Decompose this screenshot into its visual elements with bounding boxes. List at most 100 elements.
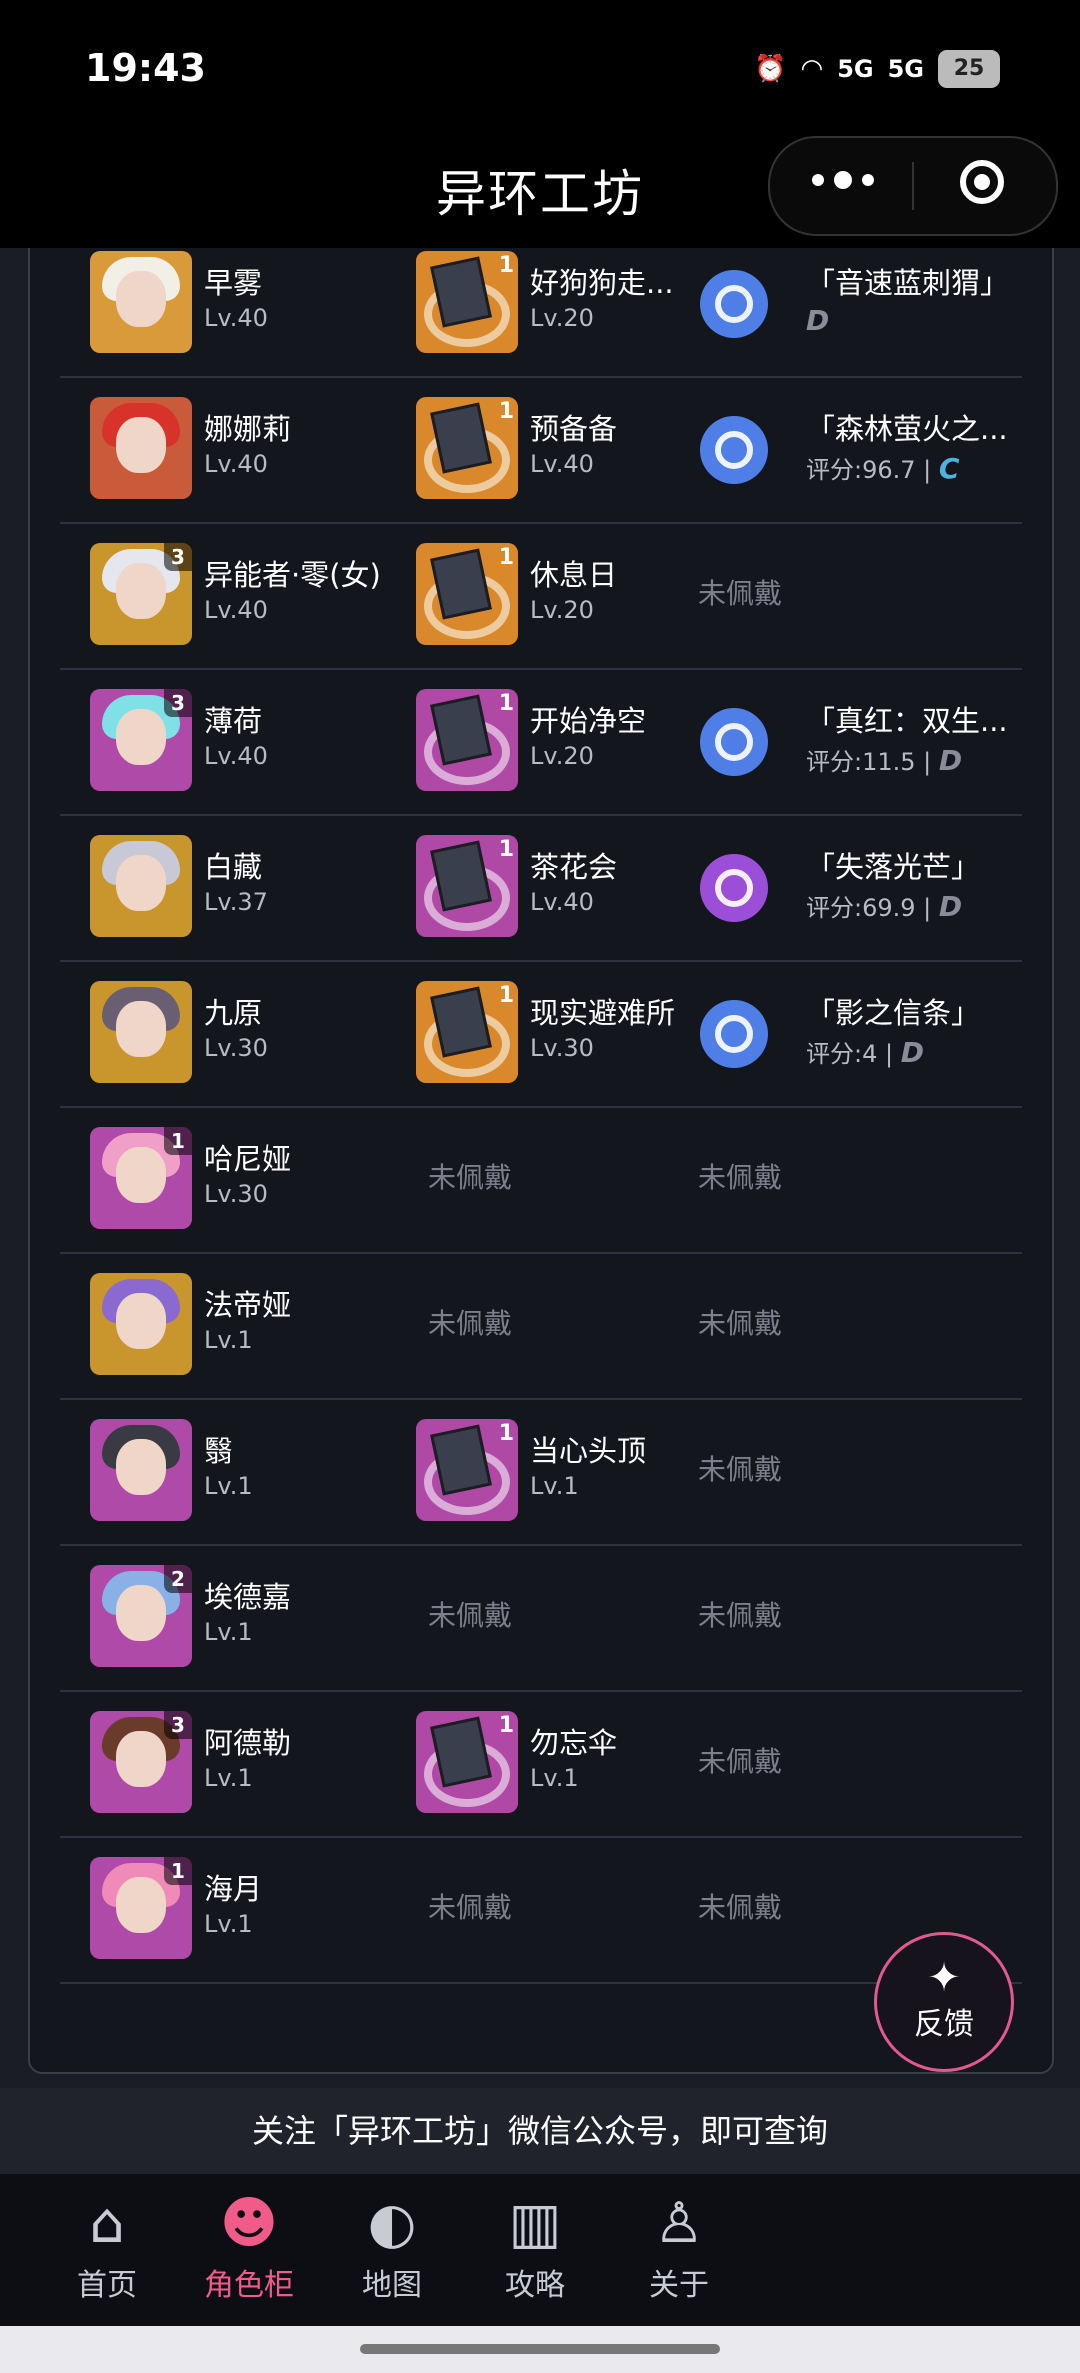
- drive-not-equipped: 未佩戴: [698, 1307, 783, 1340]
- character-name: 埃德嘉: [204, 1580, 292, 1614]
- signal-icon-2: 5G: [887, 55, 924, 83]
- tab-user-search[interactable]: ♙ 关于: [609, 2190, 749, 2304]
- w-engine-icon: 1: [416, 689, 518, 791]
- feedback-button[interactable]: ✦ 反馈: [874, 1932, 1014, 2072]
- bangboo-score: D: [806, 304, 829, 337]
- bangboo-score: 评分:96.7 | C: [806, 450, 959, 485]
- engine-rank: 1: [498, 253, 514, 278]
- character-row[interactable]: 3 异能者·零(女) Lv.40 1 休息日 Lv.20 未佩戴: [60, 522, 1022, 670]
- character-row[interactable]: 3 薄荷 Lv.40 1 开始净空 Lv.20 「真红：双生... 评分:11.5 | D: [60, 668, 1022, 816]
- engine-not-equipped: 未佩戴: [428, 1161, 513, 1194]
- tab-globe[interactable]: ◐ 地图: [322, 2190, 462, 2304]
- character-level: Lv.1: [204, 1910, 253, 1938]
- character-level: Lv.30: [204, 1034, 268, 1062]
- character-name: 海月: [204, 1872, 263, 1906]
- avatar-face: [116, 563, 166, 619]
- rank-badge: 1: [164, 1127, 192, 1155]
- bangboo-name: 「影之信条」: [806, 996, 981, 1030]
- engine-level: Lv.1: [530, 1764, 579, 1792]
- engine-rank: 1: [498, 399, 514, 424]
- tab-label: 角色柜: [204, 2268, 294, 2303]
- status-bar: 19:43 ⏰ ◠ 5G 5G 25: [0, 0, 1080, 140]
- grade-badge: D: [938, 890, 963, 923]
- engine-level: Lv.1: [530, 1472, 579, 1500]
- bangboo-name: 「森林萤火之...: [806, 412, 1008, 446]
- tab-label: 首页: [77, 2268, 137, 2303]
- engine-not-equipped: 未佩戴: [428, 1599, 513, 1632]
- bangboo-name: 「音速蓝刺猬」: [806, 266, 1010, 300]
- tab-label: 地图: [362, 2268, 422, 2303]
- character-row[interactable]: 早雾 Lv.40 1 好狗狗走... Lv.20 「音速蓝刺猬」 D: [60, 248, 1022, 378]
- rank-badge: 3: [164, 543, 192, 571]
- character-level: Lv.1: [204, 1472, 253, 1500]
- signal-icon: 5G: [837, 55, 874, 83]
- w-engine-icon: 1: [416, 1419, 518, 1521]
- engine-name: 现实避难所: [530, 996, 676, 1030]
- bangboo-icon: [700, 1000, 768, 1068]
- close-target-icon[interactable]: [960, 160, 1004, 204]
- tab-bar: ⌂ 首页 ☻ 角色柜 ◐ 地图 ▥ 攻略 ♙ 关于: [0, 2174, 1080, 2326]
- character-name: 异能者·零(女): [204, 558, 381, 592]
- engine-rank: 1: [498, 1421, 514, 1446]
- avatar-face: [116, 1877, 166, 1933]
- feedback-label: 反馈: [914, 2007, 974, 2042]
- engine-rank: 1: [498, 545, 514, 570]
- w-engine-icon: 1: [416, 835, 518, 937]
- engine-rank: 1: [498, 837, 514, 862]
- bangboo-name: 「真红：双生...: [806, 704, 1008, 738]
- character-name: 早雾: [204, 266, 263, 300]
- bangboo-score: 评分:4 | D: [806, 1034, 924, 1069]
- miniprogram-capsule: [768, 136, 1058, 236]
- wifi-icon: ◠: [800, 54, 824, 84]
- tab-character[interactable]: ☻ 角色柜: [179, 2190, 319, 2304]
- character-avatar: 3: [90, 689, 192, 791]
- avatar-face: [116, 1147, 166, 1203]
- character-avatar: [90, 981, 192, 1083]
- character-avatar: [90, 1419, 192, 1521]
- character-level: Lv.40: [204, 450, 268, 478]
- engine-name: 开始净空: [530, 704, 647, 738]
- tab-home[interactable]: ⌂ 首页: [37, 2190, 177, 2304]
- character-avatar: 1: [90, 1857, 192, 1959]
- character-name: 翳: [204, 1434, 234, 1468]
- character-row[interactable]: 1 哈尼娅 Lv.30 未佩戴 未佩戴: [60, 1106, 1022, 1254]
- bangboo-icon: [700, 854, 768, 922]
- character-row[interactable]: 2 埃德嘉 Lv.1 未佩戴 未佩戴: [60, 1544, 1022, 1692]
- bangboo-name: 「失落光芒」: [806, 850, 981, 884]
- w-engine-icon: 1: [416, 543, 518, 645]
- character-row[interactable]: 法帝娅 Lv.1 未佩戴 未佩戴: [60, 1252, 1022, 1400]
- home-indicator-bar: [0, 2326, 1080, 2373]
- character-name: 九原: [204, 996, 263, 1030]
- character-avatar: 3: [90, 543, 192, 645]
- more-icon[interactable]: [812, 171, 874, 189]
- character-level: Lv.1: [204, 1618, 253, 1646]
- avatar-face: [116, 1731, 166, 1787]
- engine-name: 勿忘伞: [530, 1726, 618, 1760]
- book-icon: ▥: [508, 2191, 562, 2256]
- avatar-face: [116, 709, 166, 765]
- avatar-face: [116, 1585, 166, 1641]
- character-level: Lv.40: [204, 304, 268, 332]
- drive-not-equipped: 未佩戴: [698, 1745, 783, 1778]
- character-avatar: 1: [90, 1127, 192, 1229]
- alarm-icon: ⏰: [754, 54, 787, 84]
- character-row[interactable]: 3 阿德勒 Lv.1 1 勿忘伞 Lv.1 未佩戴: [60, 1690, 1022, 1838]
- status-icons: ⏰ ◠ 5G 5G 25: [754, 50, 1000, 88]
- rank-badge: 1: [164, 1857, 192, 1885]
- bangboo-icon: [700, 416, 768, 484]
- globe-icon: ◐: [367, 2191, 417, 2256]
- avatar-face: [116, 417, 166, 473]
- home-indicator[interactable]: [360, 2344, 720, 2354]
- character-list-area[interactable]: 早雾 Lv.40 1 好狗狗走... Lv.20 「音速蓝刺猬」 D 娜娜莉 Lv.40 1 预备…: [0, 248, 1080, 2088]
- engine-level: Lv.40: [530, 888, 594, 916]
- character-row[interactable]: 娜娜莉 Lv.40 1 预备备 Lv.40 「森林萤火之... 评分:96.7 | C: [60, 376, 1022, 524]
- score-text: 评分:96.7 |: [806, 456, 932, 484]
- character-row[interactable]: 白藏 Lv.37 1 茶花会 Lv.40 「失落光芒」 评分:69.9 | D: [60, 814, 1022, 962]
- tab-book[interactable]: ▥ 攻略: [465, 2190, 605, 2304]
- character-row[interactable]: 翳 Lv.1 1 当心头顶 Lv.1 未佩戴: [60, 1398, 1022, 1546]
- engine-not-equipped: 未佩戴: [428, 1307, 513, 1340]
- engine-name: 预备备: [530, 412, 618, 446]
- capsule-divider: [912, 162, 914, 210]
- character-row[interactable]: 九原 Lv.30 1 现实避难所 Lv.30 「影之信条」 评分:4 | D: [60, 960, 1022, 1108]
- avatar-face: [116, 1293, 166, 1349]
